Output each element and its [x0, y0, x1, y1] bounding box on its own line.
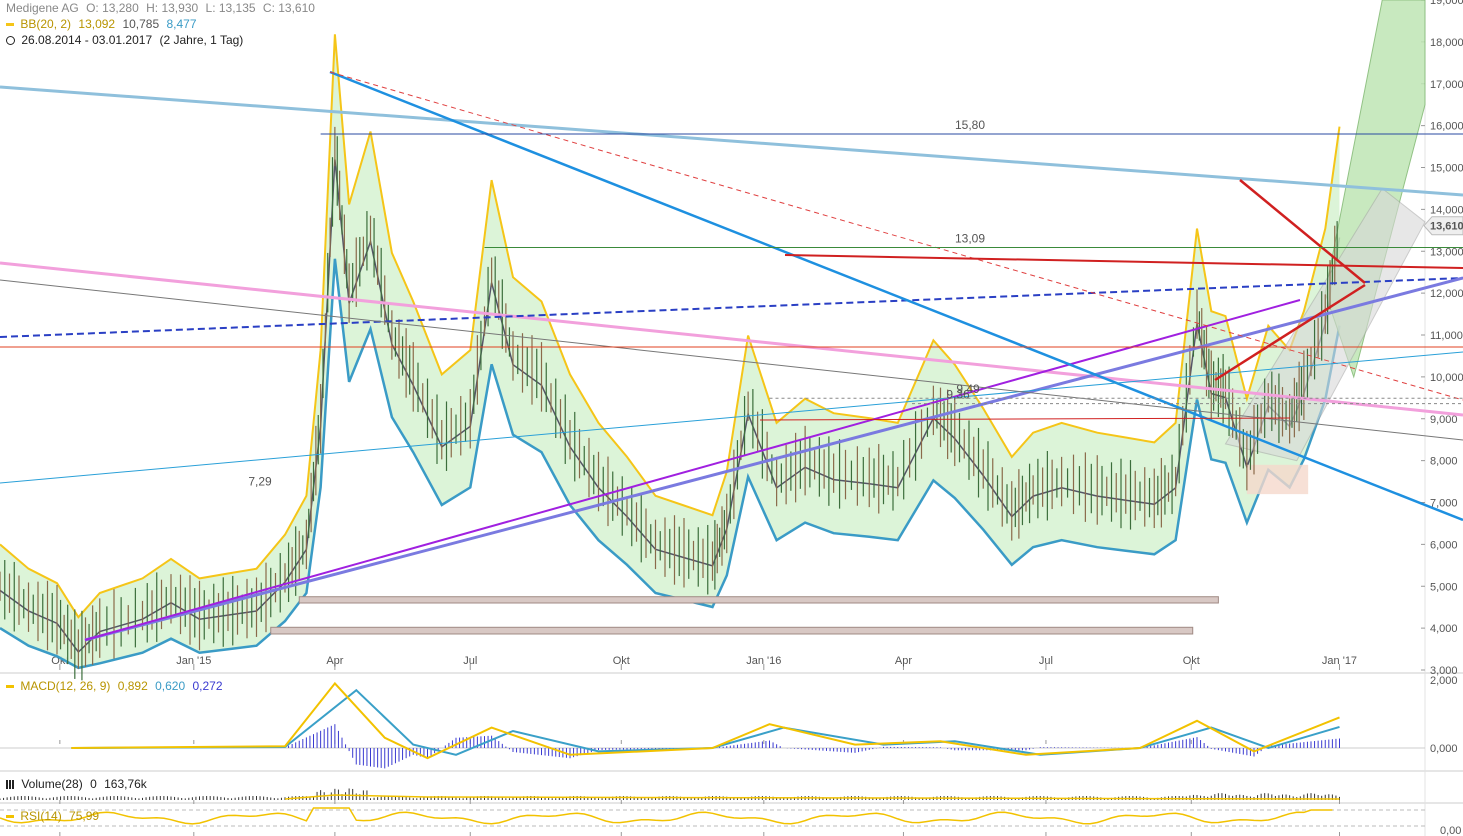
y-tick-label: 11,000	[1430, 330, 1463, 342]
date-range-span: (2 Jahre, 1 Tag)	[159, 33, 243, 47]
clock-icon	[6, 36, 15, 45]
x-tick-label: Jan '16	[746, 655, 781, 667]
high-value: H: 13,930	[146, 1, 198, 15]
bb-lower-value: 8,477	[166, 17, 196, 31]
trend-line	[0, 280, 1463, 440]
y-tick-label: 6,000	[1430, 539, 1458, 551]
macd-value: 0,892	[118, 679, 148, 693]
y-tick-label: 15,000	[1430, 163, 1463, 175]
support-zone	[271, 627, 1193, 634]
date-range[interactable]: 26.08.2014 - 03.01.2017 (2 Jahre, 1 Tag)	[6, 33, 247, 48]
volume-label: Volume(28)	[21, 777, 82, 791]
x-tick-label: Jan '15	[176, 655, 211, 667]
rsi-legend-swatch	[6, 815, 14, 818]
x-tick-label: Okt	[1183, 655, 1200, 667]
price-level-label: 15,80	[955, 118, 985, 132]
macd-label: MACD(12, 26, 9)	[20, 679, 110, 693]
macd-legend-swatch	[6, 685, 14, 688]
price-level-label: 7,29	[248, 474, 272, 488]
trend-line	[0, 263, 1463, 415]
bb-legend[interactable]: BB(20, 2) 13,092 10,785 8,477	[6, 17, 201, 32]
rsi-value: 75,99	[69, 809, 99, 823]
y-tick-label: 19,000	[1430, 0, 1463, 7]
macd-line	[71, 683, 1339, 758]
y-tick-label: 8,000	[1430, 456, 1458, 468]
x-tick-label: Jul	[1039, 655, 1053, 667]
y-tick-label: 5,000	[1430, 581, 1458, 593]
volume-value-2: 163,76k	[104, 777, 147, 791]
x-tick-label: Jan '17	[1322, 655, 1357, 667]
x-tick-label: Apr	[326, 655, 343, 667]
bb-upper-value: 10,785	[122, 17, 159, 31]
x-tick-label: Jul	[463, 655, 477, 667]
volume-icon	[6, 780, 15, 789]
y-tick-label: 17,000	[1430, 79, 1463, 91]
macd-hist-value: 0,272	[192, 679, 222, 693]
security-name: Medigene AG	[6, 1, 79, 15]
bb-mid-value: 13,092	[78, 17, 115, 31]
y-tick-label: 14,000	[1430, 204, 1463, 216]
bollinger-band-fill	[0, 34, 1340, 668]
volume-value-1: 0	[90, 777, 97, 791]
y-tick-label: 16,000	[1430, 121, 1463, 133]
x-tick-label: Apr	[895, 655, 912, 667]
date-range-text: 26.08.2014 - 03.01.2017	[21, 33, 152, 47]
rsi-legend[interactable]: RSI(14) 75,99	[6, 809, 103, 824]
chart-header-ohlc: Medigene AG O: 13,280 H: 13,930 L: 13,13…	[6, 1, 319, 16]
price-level-label: 13,09	[955, 231, 985, 245]
y-tick-label: 10,000	[1430, 372, 1463, 384]
volume-legend[interactable]: Volume(28) 0 163,76k	[6, 777, 151, 792]
bb-legend-swatch	[6, 23, 14, 26]
y-tick-label: 18,000	[1430, 37, 1463, 49]
bb-label: BB(20, 2)	[20, 17, 71, 31]
macd-y-tick-label: 2,000	[1430, 675, 1458, 687]
stock-chart[interactable]: 3,0004,0005,0006,0007,0008,0009,00010,00…	[0, 0, 1463, 836]
y-tick-label: 9,000	[1430, 414, 1458, 426]
open-value: O: 13,280	[86, 1, 139, 15]
y-tick-label: 12,000	[1430, 288, 1463, 300]
close-value: C: 13,610	[263, 1, 315, 15]
macd-legend[interactable]: MACD(12, 26, 9) 0,892 0,620 0,272	[6, 679, 227, 694]
macd-signal-value: 0,620	[155, 679, 185, 693]
y-tick-label: 13,000	[1430, 246, 1463, 258]
y-tick-label: 4,000	[1430, 623, 1458, 635]
low-value: L: 13,135	[206, 1, 256, 15]
trend-line	[0, 87, 1463, 195]
macd-y-tick-label: 0,000	[1430, 743, 1458, 755]
last-price-label: 13,610	[1430, 221, 1463, 233]
x-tick-label: Okt	[613, 655, 630, 667]
price-level-label: 9,36	[946, 388, 970, 402]
rsi-label: RSI(14)	[20, 809, 61, 823]
target-zone	[1247, 465, 1308, 494]
support-zone	[299, 597, 1218, 603]
macd-signal-line	[71, 690, 1339, 755]
rsi-y-tick-label: 0,00	[1440, 825, 1461, 836]
